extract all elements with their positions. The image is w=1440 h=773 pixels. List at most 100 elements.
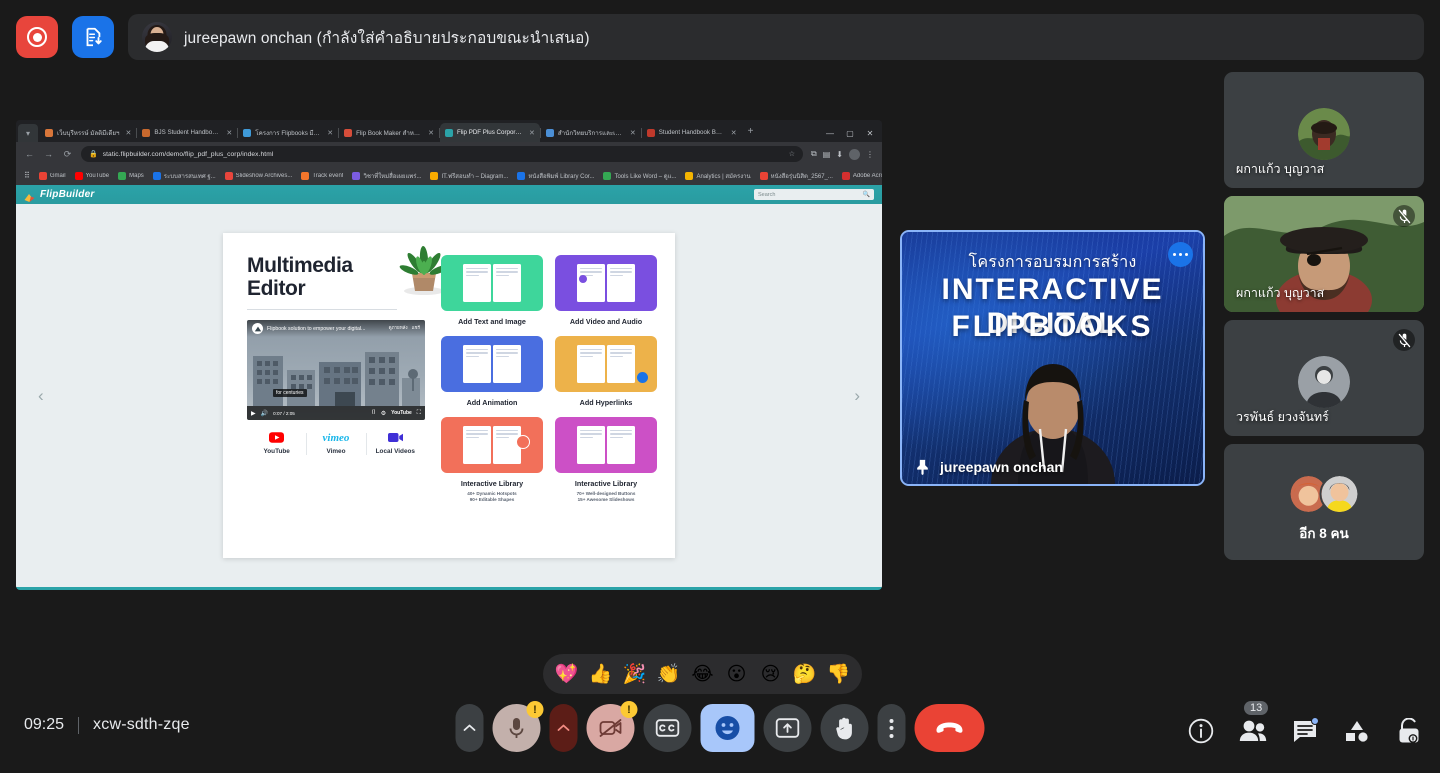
joy-reaction[interactable]: 😂 — [689, 661, 716, 688]
reload-icon[interactable]: ⟳ — [62, 149, 73, 160]
party-popper-reaction[interactable]: 🎉 — [621, 661, 648, 688]
cc-icon[interactable]: ⌷ — [372, 410, 376, 417]
chat-button[interactable] — [1290, 716, 1320, 746]
bookmark-item[interactable]: หนังสือรุ่นนิสิต_2567_... — [759, 171, 833, 181]
bookmark-item[interactable]: IT.ฟรีสอนทำ – Diagram... — [430, 171, 508, 181]
apps-grid-icon[interactable]: ⠿ — [24, 171, 30, 180]
minimize-button[interactable]: — — [820, 124, 840, 142]
browser-tab[interactable]: Student Handbook BJS 1778.pdf ✕ — [642, 123, 742, 142]
volume-icon[interactable]: 🔊 — [261, 410, 268, 417]
extensions-icon[interactable]: ⧉ — [811, 149, 817, 159]
open-mouth-reaction[interactable]: 😮 — [723, 661, 750, 688]
bookmark-star-icon[interactable]: ☆ — [789, 150, 795, 158]
bookmark-item[interactable]: Track event — [301, 171, 343, 180]
maximize-button[interactable]: ▢ — [840, 124, 860, 142]
close-icon[interactable]: ✕ — [428, 129, 434, 137]
bookmark-item[interactable]: Analytics | สมัครงาน — [685, 171, 751, 181]
captions-button[interactable] — [643, 704, 692, 752]
close-icon[interactable]: ✕ — [226, 129, 232, 137]
address-bar[interactable]: 🔒 static.flipbuilder.com/demo/flip_pdf_p… — [81, 146, 804, 162]
feature-card[interactable]: Add Hyperlinks — [555, 336, 657, 407]
feature-card[interactable]: Interactive Library 70+ Well-designed But… — [555, 417, 657, 504]
close-icon[interactable]: ✕ — [529, 129, 535, 137]
close-icon[interactable]: ✕ — [327, 129, 333, 137]
participant-tile[interactable]: อีก 8 คน — [1224, 444, 1424, 560]
mic-options-chevron[interactable] — [455, 704, 484, 752]
close-icon[interactable]: ✕ — [126, 129, 132, 137]
flipbook-prev-arrow[interactable]: ‹ — [38, 386, 44, 406]
site-info-icon[interactable]: 🔒 — [89, 150, 98, 158]
bookmark-item[interactable]: Maps — [118, 171, 144, 180]
people-button[interactable]: 13 — [1238, 701, 1269, 746]
bookmark-item[interactable]: Tools Like Word – ดูแ... — [603, 171, 676, 181]
sparkling-heart-reaction[interactable]: 💖 — [553, 661, 580, 688]
microphone-button[interactable]: ! — [492, 701, 544, 752]
browser-tab[interactable]: สำนักวิทยบริการและเทคโนโลยีสารสนเทศ ✕ — [541, 123, 641, 142]
more-options-icon[interactable] — [1168, 242, 1193, 267]
feature-card[interactable]: Add Animation — [441, 336, 543, 407]
raise-hand-button[interactable] — [820, 704, 869, 752]
camera-options-chevron[interactable] — [549, 704, 578, 752]
more-options-button[interactable] — [877, 704, 906, 752]
source-local-videos[interactable]: Local Videos — [365, 431, 425, 456]
feature-card[interactable]: Add Video and Audio — [555, 255, 657, 326]
gear-icon[interactable]: ⚙ — [381, 410, 386, 417]
document-download-icon[interactable] — [72, 16, 114, 58]
profile-avatar-icon[interactable] — [849, 148, 860, 160]
main-speaker-tile[interactable]: โครงการอบรมการสร้าง INTERACTIVE DIGITAL … — [900, 230, 1205, 486]
source-youtube[interactable]: YouTube — [247, 431, 306, 455]
thumbs-up-reaction[interactable]: 👍 — [587, 661, 614, 688]
reactions-button[interactable] — [700, 704, 755, 752]
bookmark-item[interactable]: YouTube — [74, 171, 109, 180]
shared-screen-browser-window[interactable]: ▾ เว็บบุรีหรรษ์ มัลติมีเดียฯ ✕ BJS Student… — [16, 120, 882, 590]
leave-call-button[interactable] — [914, 704, 985, 752]
presenter-status-pill[interactable]: jureepawn onchan (กำลังใส่คำอธิบายประกอบ… — [128, 14, 1424, 60]
bookmark-item[interactable]: ระบบสารสนเทศ ฐ... — [152, 171, 216, 181]
activities-button[interactable] — [1342, 716, 1372, 746]
close-icon[interactable]: ✕ — [630, 129, 636, 137]
browser-menu-icon[interactable]: ⋮ — [866, 150, 874, 159]
thinking-reaction[interactable]: 🤔 — [791, 661, 818, 688]
cry-reaction[interactable]: 😢 — [757, 661, 784, 688]
present-button[interactable] — [763, 704, 812, 752]
bookmark-item[interactable]: หนังสือพิมพ์ Library Cor... — [517, 171, 594, 181]
share-action[interactable]: แชร์ — [412, 325, 420, 331]
feature-card[interactable]: Add Text and Image — [441, 255, 543, 326]
embedded-video-player[interactable]: Flipbook solution to empower your digita… — [247, 320, 425, 421]
flipbook-search-input[interactable]: Search 🔍 — [754, 189, 874, 200]
play-icon[interactable]: ▶ — [251, 410, 256, 417]
browser-tab[interactable]: เว็บบุรีหรรษ์ มัลติมีเดียฯ ✕ — [40, 123, 136, 142]
bookmark-item[interactable]: วิชาที่ใหม่สื่อเผยแพร่... — [352, 171, 421, 181]
participant-tile[interactable]: วรพันธ์ ยวงจันทร์ — [1224, 320, 1424, 436]
search-icon[interactable]: 🔍 — [863, 191, 870, 198]
meeting-code-label[interactable]: xcw-sdth-zqe — [93, 716, 190, 734]
close-button[interactable]: ✕ — [860, 124, 880, 142]
downloads-icon[interactable]: ⬇ — [836, 150, 843, 159]
watch-later-action[interactable]: ดูภายหลัง — [389, 325, 408, 331]
host-controls-button[interactable] — [1394, 716, 1424, 746]
meeting-details-button[interactable] — [1186, 716, 1216, 746]
camera-button[interactable]: ! — [586, 701, 638, 752]
forward-icon[interactable]: → — [43, 149, 54, 159]
clap-reaction[interactable]: 👏 — [655, 661, 682, 688]
browser-tab[interactable]: โครงการ Flipbooks มีสื่อในอนาคต ✕ — [238, 123, 338, 142]
bookmark-item[interactable]: Adobe Acrobat — [841, 171, 882, 180]
record-icon[interactable] — [16, 16, 58, 58]
browser-tab[interactable]: Flip PDF Plus Corporate Demo ✕ — [440, 123, 540, 142]
browser-tab[interactable]: BJS Student Handbook 67 ✕ — [137, 123, 237, 142]
participant-tile[interactable]: ผกาแก้ว บุญวาส — [1224, 72, 1424, 188]
close-icon[interactable]: ✕ — [731, 129, 737, 137]
bookmark-item[interactable]: Gmail — [38, 171, 66, 180]
source-vimeo[interactable]: vimeo Vimeo — [306, 431, 365, 456]
feature-card[interactable]: Interactive Library 40+ Dynamic Hotspots 9… — [441, 417, 543, 504]
participant-tile[interactable]: ผกาแก้ว บุญวาส — [1224, 196, 1424, 312]
chevron-down-icon[interactable]: ▾ — [18, 124, 38, 142]
thumbs-down-reaction[interactable]: 👎 — [825, 661, 852, 688]
back-icon[interactable]: ← — [24, 149, 35, 159]
fullscreen-icon[interactable]: ⛶ — [417, 410, 421, 417]
new-tab-button[interactable]: + — [742, 126, 760, 137]
browser-tab[interactable]: Flip Book Maker สำหรับมือใหม่ PDF ✕ — [339, 123, 439, 142]
split-screen-icon[interactable]: ▤ — [823, 150, 831, 159]
pin-icon[interactable] — [914, 458, 931, 475]
bookmark-item[interactable]: Slideshow Archives... — [224, 171, 292, 180]
